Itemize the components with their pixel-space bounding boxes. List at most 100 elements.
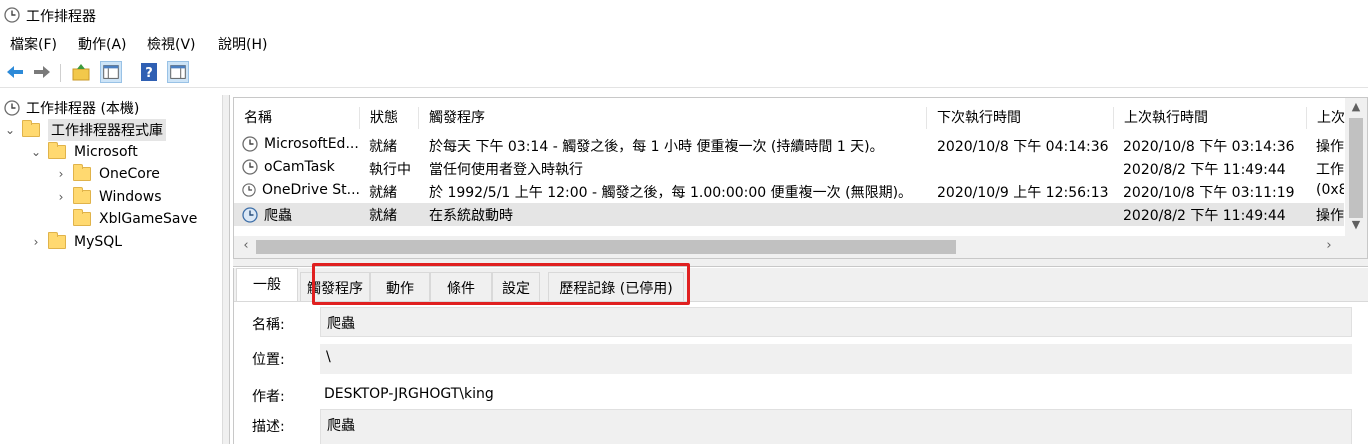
show-hide-action-pane-icon[interactable] [167, 61, 189, 83]
column-header-last-result[interactable]: 上次 [1307, 107, 1347, 129]
chevron-right-icon[interactable]: › [30, 235, 42, 249]
menu-file[interactable]: 檔案(F) [10, 34, 57, 54]
task-list-header: 名稱 狀態 觸發程序 下次執行時間 上次執行時間 上次 [234, 98, 1367, 134]
scroll-up-icon[interactable]: ▲ [1345, 100, 1367, 118]
tab-triggers[interactable]: 觸發程序 [300, 272, 370, 302]
task-last-result: (0x8 [1316, 182, 1344, 198]
scroll-down-icon[interactable]: ▼ [1345, 218, 1367, 236]
horizontal-splitter[interactable] [233, 259, 1368, 267]
window-title: 工作排程器 [26, 9, 96, 25]
folder-icon [48, 142, 66, 159]
tab-history[interactable]: 歷程記錄 (已停用) [548, 272, 684, 302]
back-icon[interactable] [4, 61, 26, 83]
scroll-left-icon[interactable]: ‹ [236, 238, 256, 253]
name-field[interactable]: 爬蟲 [320, 307, 1352, 337]
task-trigger: 當任何使用者登入時執行 [429, 162, 583, 178]
menu-help[interactable]: 說明(H) [218, 34, 267, 54]
task-next-run: 2020/10/8 下午 04:14:36 [937, 139, 1109, 155]
clock-icon [4, 100, 20, 116]
task-status: 就緒 [369, 208, 397, 224]
name-label: 名稱: [252, 317, 285, 333]
tree-item-xblgamesave[interactable]: XblGameSave [55, 208, 197, 230]
vertical-splitter[interactable] [222, 95, 230, 444]
task-last-result: 操作 [1316, 208, 1344, 224]
folder-icon [73, 187, 91, 204]
column-header-last-run[interactable]: 上次執行時間 [1114, 107, 1307, 129]
chevron-right-icon[interactable]: › [55, 167, 67, 181]
scrollbar-thumb[interactable] [256, 240, 956, 254]
tree-root[interactable]: 工作排程器 (本機) [4, 97, 139, 119]
tab-actions[interactable]: 動作 [370, 272, 430, 302]
menu-view[interactable]: 檢視(V) [147, 34, 196, 54]
column-header-next-run[interactable]: 下次執行時間 [927, 107, 1114, 129]
folder-icon [48, 232, 66, 249]
title-bar: 工作排程器 [0, 0, 1368, 30]
chevron-down-icon[interactable]: ⌄ [30, 145, 42, 159]
general-tab-content: 名稱: 爬蟲 位置: \ 作者: DESKTOP-JRGHOGT\king 描述… [234, 301, 1368, 444]
menu-bar: 檔案(F) 動作(A) 檢視(V) 說明(H) [0, 30, 1368, 56]
chevron-right-icon[interactable]: › [55, 190, 67, 204]
toolbar-separator [60, 64, 61, 82]
task-last-run: 2020/8/2 下午 11:49:44 [1123, 208, 1286, 224]
column-header-trigger[interactable]: 觸發程序 [419, 107, 927, 129]
clock-icon [242, 136, 258, 152]
task-last-run: 2020/10/8 下午 03:14:36 [1123, 139, 1295, 155]
task-last-result: 工作 [1316, 162, 1344, 178]
task-name: oCamTask [264, 159, 335, 175]
toolbar: ? [0, 58, 1368, 88]
scroll-right-icon[interactable]: › [1319, 238, 1339, 253]
detail-tabs: 一般 觸發程序 動作 條件 設定 歷程記錄 (已停用) [234, 268, 1368, 302]
folder-clock-icon [22, 120, 40, 137]
description-field[interactable]: 爬蟲 [320, 409, 1352, 444]
task-row[interactable]: oCamTask 執行中 當任何使用者登入時執行 2020/8/2 下午 11:… [234, 157, 1344, 180]
tab-settings[interactable]: 設定 [492, 272, 540, 302]
task-row-selected[interactable]: 爬蟲 就緒 在系統啟動時 2020/8/2 下午 11:49:44 操作 [234, 203, 1344, 226]
task-last-run: 2020/10/8 下午 03:11:19 [1123, 185, 1295, 201]
column-header-name[interactable]: 名稱 [234, 107, 360, 129]
clock-icon [242, 183, 256, 197]
svg-text:?: ? [145, 66, 153, 81]
tree-item-mysql[interactable]: › MySQL [30, 231, 122, 253]
task-trigger: 於每天 下午 03:14 - 觸發之後，每 1 小時 便重複一次 (持續時間 1… [429, 139, 884, 155]
task-list: 名稱 狀態 觸發程序 下次執行時間 上次執行時間 上次 MicrosoftEd.… [233, 97, 1368, 259]
task-last-run: 2020/8/2 下午 11:49:44 [1123, 162, 1286, 178]
task-row[interactable]: MicrosoftEd... 就緒 於每天 下午 03:14 - 觸發之後，每 … [234, 134, 1344, 157]
tree-item-microsoft[interactable]: ⌄ Microsoft [30, 141, 138, 163]
clock-icon [242, 159, 258, 175]
forward-icon[interactable] [31, 61, 53, 83]
show-hide-console-tree-icon[interactable] [100, 61, 122, 83]
task-status: 就緒 [369, 139, 397, 155]
console-tree: 工作排程器 (本機) ⌄ 工作排程器程式庫 ⌄ Microsoft › OneC… [0, 95, 222, 444]
task-detail-pane: 一般 觸發程序 動作 條件 設定 歷程記錄 (已停用) 名稱: 爬蟲 位置: \… [233, 268, 1368, 444]
menu-action[interactable]: 動作(A) [78, 34, 127, 54]
chevron-down-icon[interactable]: ⌄ [4, 123, 16, 137]
up-folder-icon[interactable] [70, 61, 92, 83]
location-label: 位置: [252, 352, 285, 368]
tree-item-library[interactable]: ⌄ 工作排程器程式庫 [4, 119, 166, 141]
task-trigger: 在系統啟動時 [429, 208, 513, 224]
location-field: \ [320, 344, 1352, 374]
folder-icon [73, 164, 91, 181]
clock-icon [4, 7, 20, 23]
tab-conditions[interactable]: 條件 [430, 272, 492, 302]
help-icon[interactable]: ? [138, 61, 160, 83]
author-label: 作者: [252, 389, 285, 405]
tab-general[interactable]: 一般 [236, 268, 298, 302]
column-header-status[interactable]: 狀態 [360, 107, 419, 129]
tree-item-windows[interactable]: › Windows [55, 186, 162, 208]
task-status: 就緒 [369, 185, 397, 201]
task-next-run: 2020/10/9 上午 12:56:13 [937, 185, 1109, 201]
author-value: DESKTOP-JRGHOGT\king [324, 386, 494, 402]
task-last-result: 操作 [1316, 139, 1344, 155]
task-name: OneDrive St... [261, 182, 360, 198]
task-name: 爬蟲 [264, 208, 292, 224]
tree-item-onecore[interactable]: › OneCore [55, 163, 160, 185]
clock-icon [242, 207, 258, 223]
task-row[interactable]: OneDrive St... 就緒 於 1992/5/1 上午 12:00 - … [234, 180, 1344, 203]
description-label: 描述: [252, 419, 285, 435]
vertical-scrollbar[interactable]: ▲ ▼ [1345, 98, 1367, 238]
scrollbar-thumb[interactable] [1349, 118, 1363, 218]
horizontal-scrollbar[interactable]: ‹ › [234, 236, 1367, 258]
task-trigger: 於 1992/5/1 上午 12:00 - 觸發之後，每 1.00:00:00 … [429, 185, 913, 201]
task-name: MicrosoftEd... [264, 136, 359, 152]
